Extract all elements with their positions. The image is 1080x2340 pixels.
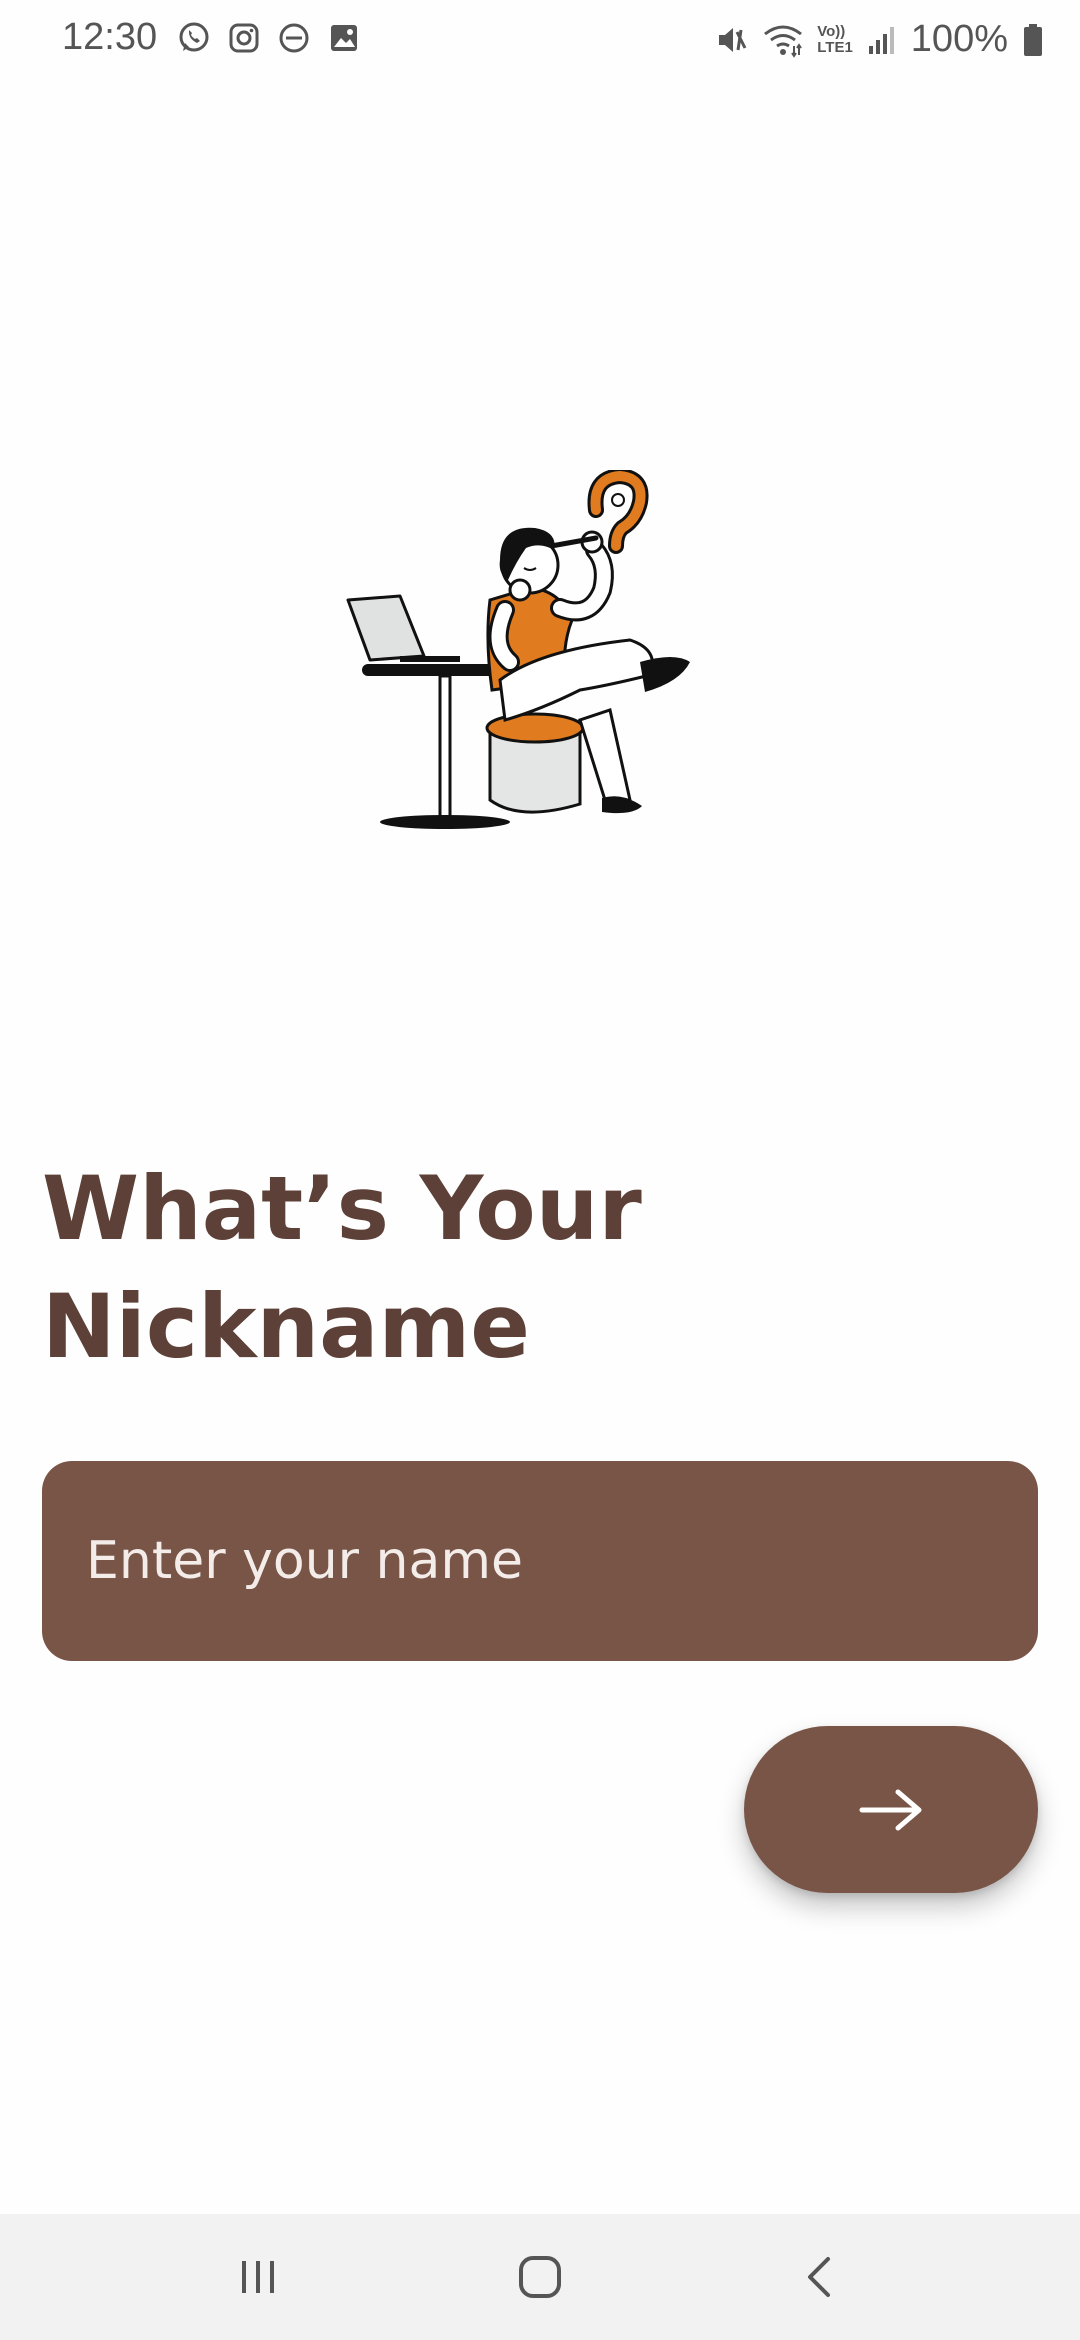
arrow-right-icon (859, 1789, 922, 1830)
battery-icon (1024, 23, 1042, 56)
thinking-person-illustration (346, 470, 690, 829)
next-button[interactable] (744, 1726, 1038, 1893)
title-line-2: Nickname (42, 1275, 530, 1378)
back-icon (808, 2257, 830, 2297)
instagram-icon (229, 23, 259, 53)
nickname-field[interactable] (42, 1461, 1038, 1661)
navigation-bar (0, 2214, 1080, 2340)
battery-percent: 100% (910, 18, 1008, 60)
gallery-icon (331, 25, 357, 51)
page-title: What’s Your Nickname (42, 1150, 942, 1386)
nickname-input[interactable] (84, 1530, 996, 1592)
do-not-disturb-icon (279, 23, 309, 53)
signal-icon (868, 26, 894, 54)
whatsapp-icon (179, 22, 209, 52)
status-bar: 12:30 Vo)) LTE1 100% (0, 0, 1080, 84)
status-time: 12:30 (62, 16, 158, 58)
status-notification-icons (176, 20, 362, 56)
recent-apps-button[interactable] (158, 2214, 358, 2340)
home-button[interactable] (440, 2214, 640, 2340)
volte-lte-icon: Vo)) LTE1 (817, 22, 853, 56)
status-system-icons: Vo)) LTE1 100% (713, 18, 1044, 61)
home-icon (519, 2256, 561, 2298)
volte-label: Vo)) (817, 22, 846, 40)
lte-label: LTE1 (817, 38, 853, 56)
wifi-icon (764, 25, 803, 58)
recent-apps-icon (242, 2261, 274, 2293)
title-line-1: What’s Your (42, 1157, 642, 1260)
mute-icon (719, 27, 747, 52)
back-button[interactable] (720, 2214, 920, 2340)
